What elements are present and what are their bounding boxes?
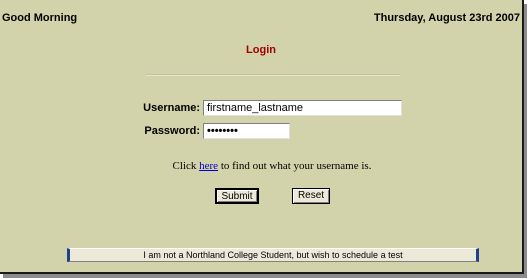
login-panel: Good Morning Thursday, August 23rd 2007 … [0,0,524,274]
schedule-test-button[interactable]: I am not a Northland College Student, bu… [67,248,479,262]
username-label: Username: [143,102,200,114]
greeting-text: Good Morning [2,12,78,24]
password-input[interactable]: •••••••• [203,123,290,139]
date-text: Thursday, August 23rd 2007 [373,12,520,24]
hint-prefix: Click [172,160,200,172]
hint-suffix: to find out what your username is. [218,160,372,172]
find-username-link[interactable]: here [199,160,218,172]
submit-button[interactable]: Submit [215,188,259,204]
password-label: Password: [144,125,200,137]
username-hint: Click here to find out what your usernam… [0,160,532,172]
username-input[interactable]: firstname_lastname [203,100,402,116]
reset-button[interactable]: Reset [292,188,330,204]
divider [146,74,400,76]
login-title: Login [246,44,276,56]
